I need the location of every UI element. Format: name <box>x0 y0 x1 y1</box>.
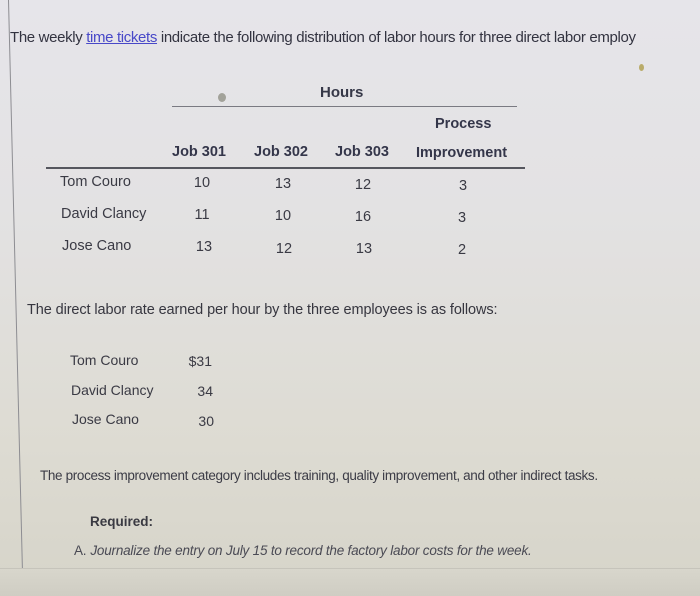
required-task: A. Journalize the entry on July 15 to rec… <box>74 543 532 558</box>
hours-group-rule <box>172 106 517 107</box>
col-header-process-line1: Process <box>435 116 492 132</box>
task-letter: A. <box>74 543 87 558</box>
bottom-band <box>0 568 700 596</box>
intro-after-link: indicate the following distribution of l… <box>157 29 636 46</box>
speck-mark <box>639 64 644 71</box>
intro-text: The weekly time tickets indicate the fol… <box>10 29 636 46</box>
panel-edge <box>8 0 24 575</box>
rate-value: 30 <box>198 413 214 429</box>
cell-job-302: 12 <box>275 241 293 257</box>
cell-job-301: 13 <box>195 239 213 255</box>
rate-employee-name: Tom Couro <box>70 352 139 368</box>
header-rule <box>46 167 525 169</box>
rate-value: $31 <box>188 353 212 369</box>
cell-job-302: 13 <box>274 176 292 192</box>
cell-job-303: 12 <box>354 177 372 193</box>
cell-process-improvement: 3 <box>457 210 467 226</box>
row-label: Tom Couro <box>60 174 131 190</box>
rate-employee-name: David Clancy <box>71 382 154 398</box>
cell-job-302: 10 <box>274 208 292 224</box>
cell-job-303: 16 <box>354 209 372 225</box>
cell-job-301: 11 <box>194 207 210 223</box>
col-header-job-301: Job 301 <box>172 144 226 160</box>
process-improvement-note: The process improvement category include… <box>40 468 598 483</box>
col-header-job-303: Job 303 <box>335 144 389 160</box>
speck-mark <box>218 93 226 102</box>
task-text: Journalize the entry on July 15 to recor… <box>90 543 532 558</box>
rate-value: 34 <box>197 383 213 399</box>
time-tickets-link[interactable]: time tickets <box>86 29 157 46</box>
row-label: David Clancy <box>61 206 147 222</box>
cell-process-improvement: 2 <box>457 242 467 258</box>
rate-employee-name: Jose Cano <box>72 411 139 427</box>
cell-job-303: 13 <box>355 241 373 257</box>
hours-group-header: Hours <box>320 84 364 101</box>
rate-intro-text: The direct labor rate earned per hour by… <box>27 302 498 318</box>
required-label: Required: <box>90 514 154 529</box>
cell-job-301: 10 <box>193 175 211 191</box>
row-label: Jose Cano <box>62 238 132 254</box>
col-header-process-line2: Improvement <box>416 145 508 161</box>
col-header-job-302: Job 302 <box>254 144 308 160</box>
intro-before-link: The weekly <box>10 29 87 46</box>
cell-process-improvement: 3 <box>458 178 468 194</box>
